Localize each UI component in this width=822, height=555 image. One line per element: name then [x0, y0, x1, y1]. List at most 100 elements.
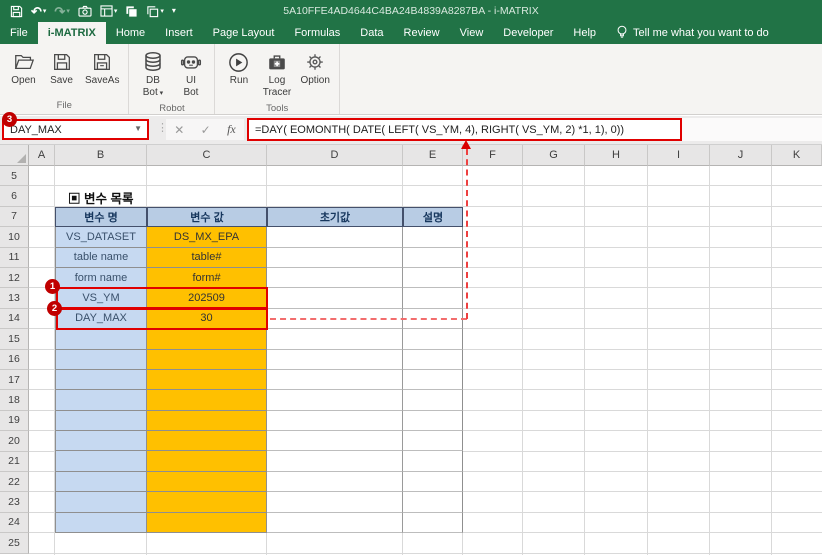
table-cell-desc[interactable]: [403, 513, 463, 533]
customize-qat-icon[interactable]: ▾: [172, 7, 175, 15]
table-cell-desc[interactable]: [403, 472, 463, 492]
undo-icon[interactable]: ↶▾: [31, 5, 46, 18]
column-header-F[interactable]: F: [463, 145, 523, 166]
row-header-12[interactable]: 12: [0, 268, 29, 288]
table-cell-desc[interactable]: [403, 431, 463, 451]
tab-home[interactable]: Home: [106, 22, 155, 44]
row-header-6[interactable]: 6: [0, 186, 29, 206]
table-cell-init[interactable]: [267, 288, 403, 308]
row-header-5[interactable]: 5: [0, 166, 29, 186]
table-cell-desc[interactable]: [403, 451, 463, 471]
tell-me-box[interactable]: Tell me what you want to do: [606, 22, 779, 44]
tab-review[interactable]: Review: [394, 22, 450, 44]
table-cell-init[interactable]: [267, 431, 403, 451]
table-cell-name[interactable]: form name: [55, 268, 147, 288]
row-header-21[interactable]: 21: [0, 452, 29, 472]
row-header-11[interactable]: 11: [0, 248, 29, 268]
table-header-cell[interactable]: 설명: [403, 207, 463, 227]
table-cell-value[interactable]: [147, 472, 267, 492]
table-cell-value[interactable]: DS_MX_EPA: [147, 227, 267, 247]
column-header-E[interactable]: E: [403, 145, 463, 166]
table-cell-init[interactable]: [267, 390, 403, 410]
insert-function-icon[interactable]: fx: [227, 122, 236, 137]
db-bot-button[interactable]: DBBot ▾: [135, 47, 170, 100]
name-box[interactable]: DAY_MAX ▼: [2, 119, 149, 140]
row-header-10[interactable]: 10: [0, 227, 29, 247]
table-header-cell[interactable]: 초기값: [267, 207, 403, 227]
slide-layout-icon[interactable]: ▾: [100, 5, 118, 17]
tab-formulas[interactable]: Formulas: [284, 22, 350, 44]
tab-help[interactable]: Help: [563, 22, 606, 44]
table-cell-value[interactable]: [147, 431, 267, 451]
table-cell-desc[interactable]: [403, 411, 463, 431]
table-header-cell[interactable]: 변수 값: [147, 207, 267, 227]
row-header-25[interactable]: 25: [0, 533, 29, 553]
table-cell-init[interactable]: [267, 350, 403, 370]
table-header-cell[interactable]: 변수 명: [55, 207, 147, 227]
table-cell-init[interactable]: [267, 411, 403, 431]
table-cell-value[interactable]: [147, 411, 267, 431]
table-cell-value[interactable]: table#: [147, 248, 267, 268]
table-cell-value[interactable]: form#: [147, 268, 267, 288]
table-cell-desc[interactable]: [403, 248, 463, 268]
table-cell-value[interactable]: [147, 350, 267, 370]
tab-developer[interactable]: Developer: [493, 22, 563, 44]
column-header-A[interactable]: A: [29, 145, 55, 166]
table-cell-desc[interactable]: [403, 288, 463, 308]
camera-icon[interactable]: [78, 5, 92, 17]
open-button[interactable]: Open: [6, 47, 41, 89]
table-cell-init[interactable]: [267, 248, 403, 268]
table-cell-name[interactable]: [55, 390, 147, 410]
table-cell-name[interactable]: VS_DATASET: [55, 227, 147, 247]
table-cell-value[interactable]: [147, 370, 267, 390]
row-header-22[interactable]: 22: [0, 472, 29, 492]
table-cell-init[interactable]: [267, 513, 403, 533]
table-cell-desc[interactable]: [403, 227, 463, 247]
table-cell-name[interactable]: [55, 329, 147, 349]
save-button[interactable]: Save: [44, 47, 79, 89]
table-cell-name[interactable]: table name: [55, 248, 147, 268]
table-cell-init[interactable]: [267, 451, 403, 471]
ui-bot-button[interactable]: UIBot: [173, 47, 208, 100]
table-cell-name[interactable]: [55, 451, 147, 471]
column-header-J[interactable]: J: [710, 145, 772, 166]
table-cell-value[interactable]: [147, 451, 267, 471]
column-header-K[interactable]: K: [772, 145, 822, 166]
row-header-23[interactable]: 23: [0, 492, 29, 512]
table-cell-init[interactable]: [267, 329, 403, 349]
tab-view[interactable]: View: [450, 22, 494, 44]
table-cell-name[interactable]: [55, 411, 147, 431]
table-cell-name[interactable]: [55, 370, 147, 390]
table-cell-desc[interactable]: [403, 268, 463, 288]
table-cell-name[interactable]: [55, 350, 147, 370]
tab-insert[interactable]: Insert: [155, 22, 203, 44]
column-header-H[interactable]: H: [585, 145, 648, 166]
select-all-corner[interactable]: [0, 145, 29, 166]
table-cell-desc[interactable]: [403, 390, 463, 410]
duplicate-icon[interactable]: ▾: [146, 5, 164, 18]
table-cell-desc[interactable]: [403, 370, 463, 390]
table-cell-init[interactable]: [267, 268, 403, 288]
table-cell-init[interactable]: [267, 370, 403, 390]
cancel-icon[interactable]: ✕: [174, 123, 184, 137]
row-header-19[interactable]: 19: [0, 411, 29, 431]
run-button[interactable]: Run: [221, 47, 256, 89]
table-cell-init[interactable]: [267, 492, 403, 512]
tab-file[interactable]: File: [0, 22, 38, 44]
table-cell-name[interactable]: [55, 472, 147, 492]
row-header-20[interactable]: 20: [0, 431, 29, 451]
row-header-13[interactable]: 13: [0, 288, 29, 308]
tab-i-matrix[interactable]: i-MATRIX: [38, 22, 106, 44]
column-header-I[interactable]: I: [648, 145, 710, 166]
row-header-14[interactable]: 14: [0, 309, 29, 329]
table-cell-value[interactable]: [147, 329, 267, 349]
column-header-C[interactable]: C: [147, 145, 267, 166]
row-header-15[interactable]: 15: [0, 329, 29, 349]
redo-icon[interactable]: ↷▾: [54, 5, 69, 18]
tab-data[interactable]: Data: [350, 22, 393, 44]
row-header-17[interactable]: 17: [0, 370, 29, 390]
copy-icon[interactable]: [125, 5, 138, 18]
table-cell-name[interactable]: [55, 492, 147, 512]
save-icon[interactable]: [10, 5, 23, 18]
formula-input[interactable]: =DAY( EOMONTH( DATE( LEFT( VS_YM, 4), RI…: [247, 118, 682, 141]
